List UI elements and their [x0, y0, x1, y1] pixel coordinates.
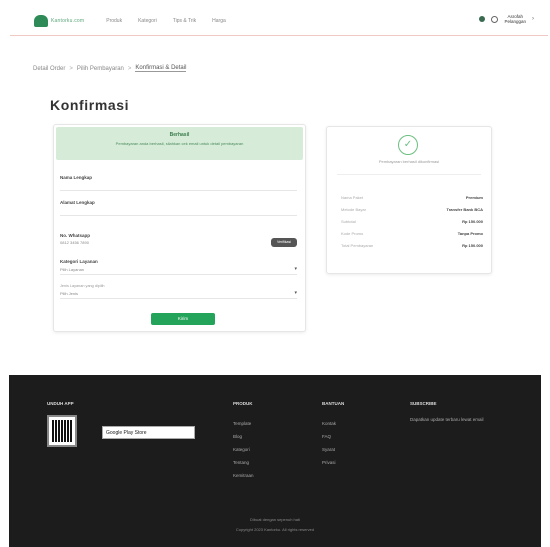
breadcrumb-separator: >	[127, 65, 132, 72]
nav-link-kategori[interactable]: Kategori	[138, 18, 157, 24]
top-header: Kantorku.com Produk Kategori Tips & Trik…	[10, 6, 548, 36]
type-select-field: Jenis Layanan yang dipilih Pilih Jenis ▾	[60, 284, 297, 299]
summary-label: Nama Paket	[341, 195, 364, 200]
summary-label: Subtotal	[341, 219, 356, 224]
user-menu[interactable]: Asrofah Pelanggan	[504, 14, 526, 24]
summary-label: Kode Promo	[341, 231, 364, 236]
full-name-field: Nama Lengkap	[60, 175, 297, 191]
banner-title: Berhasil	[169, 132, 190, 138]
verify-button[interactable]: Verifikasi	[271, 238, 297, 247]
summary-value: Rp 150.000	[462, 219, 483, 224]
nav-link-produk[interactable]: Produk	[106, 18, 122, 24]
summary-label: Total Pembayaran	[341, 243, 374, 248]
success-banner: Berhasil Pembayaran anda berhasil, silah…	[56, 127, 303, 160]
footer-link[interactable]: Kemitraan	[233, 469, 254, 482]
footer-link[interactable]: Blog	[233, 430, 254, 443]
chevron-down-icon: ▾	[294, 266, 297, 272]
app-download-title: UNDUH APP	[47, 401, 74, 406]
user-avatar-icon[interactable]	[491, 15, 499, 23]
footer-link[interactable]: Syarat	[322, 443, 336, 456]
logo[interactable]: Kantorku.com	[34, 14, 85, 27]
summary-row: Nama Paket Premium	[341, 195, 483, 200]
chevron-down-icon[interactable]: ›	[532, 16, 534, 22]
summary-value: Transfer Bank BCA	[446, 207, 483, 212]
footer-link[interactable]: Privasi	[322, 456, 336, 469]
header-actions: Asrofah Pelanggan ›	[479, 14, 534, 24]
breadcrumb-item-konfirmasi[interactable]: Konfirmasi & Detail	[135, 65, 187, 72]
footer-tagline: Dibuat dengan sepenuh hati	[249, 517, 301, 522]
subscribe-title: SUBSCRIBE	[410, 401, 437, 406]
qr-code-image	[47, 415, 77, 447]
summary-label: Metode Bayar	[341, 207, 366, 212]
page-title: Konfirmasi	[50, 97, 130, 113]
category-select[interactable]: Pilih Layanan ▾	[60, 264, 297, 275]
nav-link-harga[interactable]: Harga	[212, 18, 226, 24]
user-role: Pelanggan	[504, 19, 526, 24]
summary-row: Subtotal Rp 150.000	[341, 219, 483, 224]
nav-link-tips[interactable]: Tips & Trik	[173, 18, 196, 24]
breadcrumb-separator: >	[69, 65, 73, 72]
summary-row: Total Pembayaran Rp 150.000	[341, 243, 483, 248]
address-input[interactable]	[60, 205, 297, 216]
footer-column-bantuan: Kontak FAQ Syarat Privasi	[322, 417, 336, 469]
notification-icon[interactable]	[479, 16, 486, 22]
check-circle-icon: ✓	[398, 135, 418, 155]
phone-row: 0812 3456 7890 Verifikasi	[60, 238, 297, 247]
logo-text: Kantorku.com	[51, 17, 85, 24]
summary-row: Metode Bayar Transfer Bank BCA	[341, 207, 483, 212]
summary-value: Rp 150.000	[462, 243, 483, 248]
type-select-value: Pilih Jenis	[60, 290, 79, 296]
footer-link[interactable]: Kategori	[233, 443, 254, 456]
confirmation-form-card: Berhasil Pembayaran anda berhasil, silah…	[53, 124, 306, 332]
copyright-text: Copyright 2023 Kantorku. All rights rese…	[235, 527, 315, 532]
summary-note: Pembayaran berhasil dikonfirmasi	[378, 159, 440, 164]
banner-message: Pembayaran anda berhasil, silahkan cek e…	[115, 141, 244, 146]
category-select-value: Pilih Layanan	[60, 266, 85, 272]
logo-icon	[34, 14, 48, 27]
footer-link[interactable]: FAQ	[322, 430, 336, 443]
chevron-down-icon: ▾	[294, 290, 297, 296]
type-select[interactable]: Pilih Jenis ▾	[60, 288, 297, 299]
breadcrumb: Detail Order > Pilih Pembayaran > Konfir…	[33, 65, 187, 72]
footer-column-title: BANTUAN	[322, 401, 345, 406]
summary-row: Kode Promo Tanpa Promo	[341, 231, 483, 236]
subscribe-text[interactable]: Dapatkan update terbaru lewat email	[410, 417, 484, 422]
breadcrumb-item-pilih-pembayaran[interactable]: Pilih Pembayaran	[77, 66, 124, 72]
phone-input[interactable]: 0812 3456 7890	[60, 240, 89, 245]
full-name-input[interactable]	[60, 180, 297, 191]
footer-column-title: PRODUK	[233, 401, 253, 406]
divider	[337, 174, 481, 175]
main-nav: Produk Kategori Tips & Trik Harga	[106, 18, 226, 24]
play-store-badge[interactable]: Google Play Store	[102, 426, 195, 439]
breadcrumb-item-detail-order[interactable]: Detail Order	[33, 66, 65, 72]
qr-code-pattern	[52, 420, 72, 442]
footer-link[interactable]: Kontak	[322, 417, 336, 430]
summary-value: Premium	[465, 195, 483, 200]
summary-value: Tanpa Promo	[457, 231, 483, 236]
category-select-field: Kategori Layanan Pilih Layanan ▾	[60, 259, 297, 275]
footer-link[interactable]: Template	[233, 417, 254, 430]
footer-column-produk: Template Blog Kategori Tentang Kemitraan	[233, 417, 254, 482]
address-field: Alamat Lengkap	[60, 200, 297, 216]
footer-link[interactable]: Tentang	[233, 456, 254, 469]
footer: UNDUH APP Google Play Store PRODUK Templ…	[9, 375, 541, 547]
phone-field: No. Whatsapp 0812 3456 7890 Verifikasi	[60, 233, 297, 247]
payment-summary-card: ✓ Pembayaran berhasil dikonfirmasi Nama …	[326, 126, 492, 274]
submit-button[interactable]: Kirim	[151, 313, 215, 325]
